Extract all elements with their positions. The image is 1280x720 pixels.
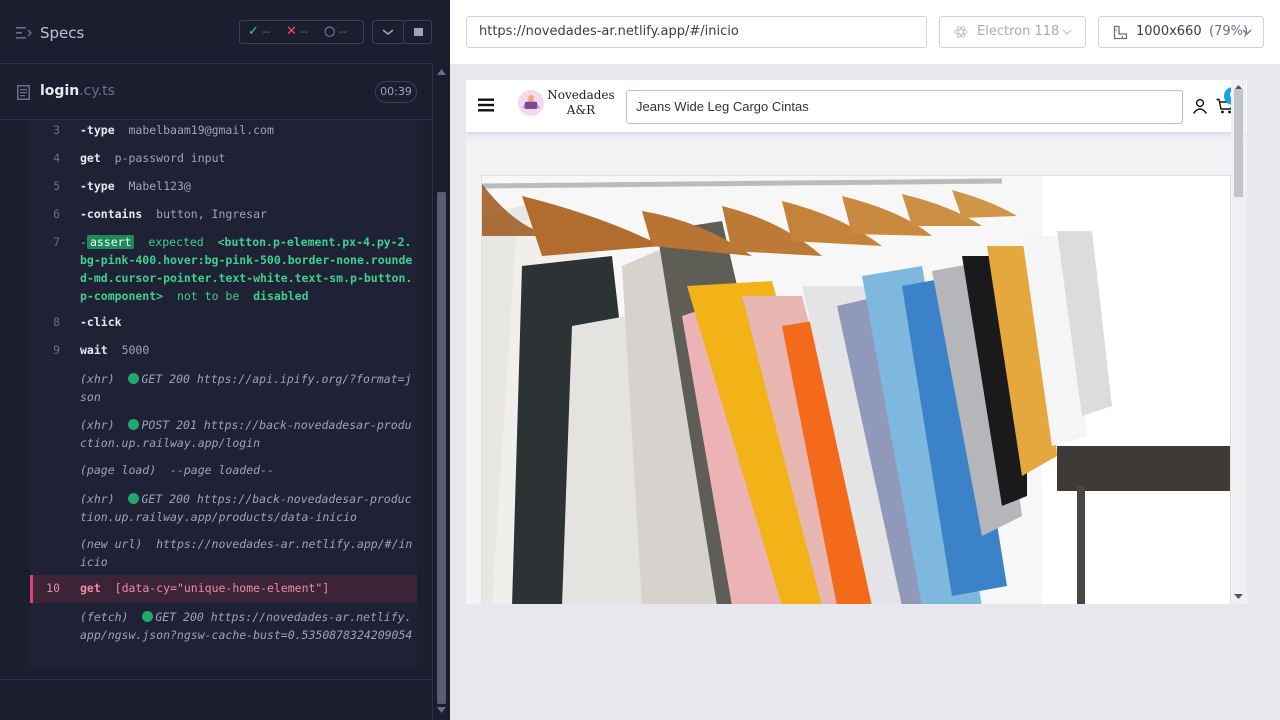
- command-row[interactable]: 5 -type Mabel123@: [30, 177, 417, 195]
- chevron-down-icon: [382, 29, 394, 35]
- command-row[interactable]: (new url) https://novedades-ar.netlify.a…: [30, 535, 417, 571]
- command-row[interactable]: (xhr) POST 201 https://back-novedadesar-…: [30, 416, 417, 452]
- specs-list-icon[interactable]: [16, 26, 32, 40]
- status-dot-icon: [128, 419, 140, 430]
- command-row[interactable]: (xhr) GET 200 https://back-novedadesar-p…: [30, 490, 417, 526]
- command-row[interactable]: (page load) --page loaded--: [30, 461, 417, 479]
- preview-scroll-thumb[interactable]: [1234, 89, 1243, 197]
- electron-icon: [954, 26, 968, 38]
- product-search-input[interactable]: Jeans Wide Leg Cargo Cintas: [626, 90, 1183, 124]
- active-command-row[interactable]: 10 get [data-cy="unique-home-element"]: [30, 575, 417, 603]
- passed-stat: ✓ --: [248, 24, 271, 39]
- command-log: 3 -type mabelbaam19@gmail.com 4 get p-pa…: [30, 120, 417, 668]
- scroll-down-icon[interactable]: [437, 706, 446, 714]
- user-icon[interactable]: [1192, 98, 1208, 114]
- hero-image-clothes-rack: [481, 175, 1231, 604]
- url-bar[interactable]: https://novedades-ar.netlify.app/#/inici…: [466, 16, 927, 48]
- ruler-icon: [1113, 25, 1128, 40]
- app-preview-panel: https://novedades-ar.netlify.app/#/inici…: [450, 0, 1280, 720]
- browser-selector[interactable]: Electron 118: [939, 16, 1086, 48]
- toggle-dropdown-button[interactable]: [372, 20, 404, 44]
- specs-title[interactable]: Specs: [40, 24, 84, 42]
- hero-illustration: [482, 176, 1230, 604]
- brand-logo[interactable]: [516, 88, 546, 118]
- test-stats: ✓ -- ✕ -- ○ --: [239, 20, 364, 44]
- spec-file-bar: login.cy.ts 00:39: [0, 64, 432, 120]
- preview-toolbar: https://novedades-ar.netlify.app/#/inici…: [450, 0, 1280, 64]
- file-icon: [17, 85, 30, 100]
- check-icon: ✓: [248, 24, 259, 39]
- brand-name[interactable]: Novedades A&R: [546, 88, 616, 118]
- status-dot-icon: [142, 611, 154, 622]
- application-under-test: Novedades A&R Jeans Wide Leg Cargo Cinta…: [466, 80, 1247, 604]
- command-row[interactable]: 3 -type mabelbaam19@gmail.com: [30, 121, 417, 139]
- assert-badge: assert: [86, 235, 135, 249]
- command-row[interactable]: (xhr) GET 200 https://api.ipify.org/?for…: [30, 370, 417, 406]
- scroll-up-icon[interactable]: [437, 68, 446, 76]
- spec-duration: 00:39: [375, 81, 417, 103]
- command-row[interactable]: 8 -click: [30, 313, 417, 331]
- x-icon: ✕: [286, 24, 297, 39]
- site-navbar: Novedades A&R Jeans Wide Leg Cargo Cinta…: [466, 80, 1247, 132]
- command-row[interactable]: 9 wait 5000: [30, 341, 417, 359]
- pending-stat: ○ --: [324, 24, 347, 39]
- status-dot-icon: [128, 373, 140, 384]
- hamburger-menu-icon[interactable]: [478, 98, 494, 112]
- chevron-down-icon: [1242, 29, 1252, 35]
- specs-header: Specs ✓ -- ✕ -- ○ --: [0, 0, 432, 64]
- command-row[interactable]: 4 get p-password input: [30, 149, 417, 167]
- divider: [0, 679, 432, 680]
- reporter-panel: Specs ✓ -- ✕ -- ○ -- login.cy.ts 00:39 3…: [0, 0, 450, 720]
- spec-file-name: login.cy.ts: [40, 83, 115, 99]
- stop-icon: [414, 28, 423, 36]
- failed-stat: ✕ --: [286, 24, 309, 39]
- status-dot-icon: [128, 493, 140, 504]
- scroll-down-icon[interactable]: [1234, 593, 1243, 600]
- pending-icon: ○: [324, 24, 336, 39]
- chevron-down-icon: [1062, 29, 1072, 35]
- command-row[interactable]: (fetch) GET 200 https://novedades-ar.net…: [30, 608, 417, 662]
- command-row[interactable]: 6 -contains button, Ingresar: [30, 205, 417, 223]
- stop-button[interactable]: [403, 20, 432, 44]
- viewport-selector[interactable]: 1000x660 (79%): [1098, 16, 1264, 48]
- assert-command-row[interactable]: 7 - assert expected <button.p-element.px-…: [30, 233, 417, 305]
- reporter-scroll-thumb[interactable]: [437, 192, 446, 704]
